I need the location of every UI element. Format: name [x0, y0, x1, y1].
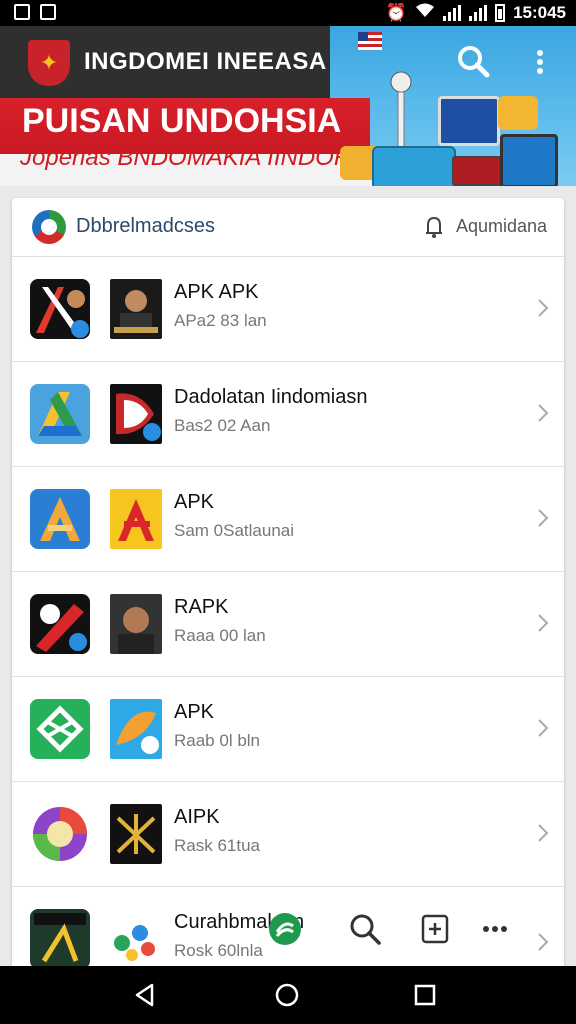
app-icon [30, 909, 90, 969]
app-icon [30, 489, 90, 549]
app-thumbnail [110, 804, 162, 864]
item-subtitle: Raab 0l bln [174, 731, 261, 750]
search-icon[interactable] [348, 912, 382, 946]
card-header-action[interactable]: Aqumidana [456, 216, 547, 237]
app-thumbnail [110, 594, 162, 654]
tile-illustration [498, 96, 538, 130]
item-title: Dadolatan Iindomiasn [174, 386, 368, 408]
chevron-right-icon [538, 824, 549, 842]
bell-icon[interactable] [424, 215, 444, 239]
card-header: Dbbrelmadcses Aqumidana [12, 198, 564, 257]
item-title: AIPK [174, 806, 220, 828]
gallery-icon [14, 4, 30, 20]
alarm-icon: ⏰ [385, 2, 408, 22]
item-title: APK [174, 491, 215, 513]
chevron-right-icon [538, 509, 549, 527]
chevron-right-icon [538, 614, 549, 632]
app-title: INGDOMEI INEEASA [84, 48, 327, 75]
system-nav-bar [0, 966, 576, 1024]
app-icon [30, 279, 90, 339]
bottom-toolbar [264, 898, 507, 958]
wifi-icon [415, 2, 435, 23]
add-box-icon[interactable] [418, 912, 452, 946]
list-item[interactable]: AIPK Rask 61tua [12, 782, 564, 887]
recents-icon[interactable] [412, 982, 438, 1008]
list-item[interactable]: RAPK Raaa 00 lan [12, 572, 564, 677]
item-subtitle: Bas2 02 Aan [174, 416, 271, 435]
mail-icon [40, 4, 56, 20]
list-item[interactable]: APK Sam 0Satlaunai [12, 467, 564, 572]
item-title: RAPK [174, 596, 229, 618]
app-thumbnail [110, 909, 162, 969]
banner-title: PUISAN UNDOHSIA [22, 102, 342, 140]
list-item[interactable]: Dadolatan Iindomiasn Bas2 02 Aan [12, 362, 564, 467]
item-title: APK [174, 701, 215, 723]
item-subtitle: APa2 83 lan [174, 311, 267, 330]
search-icon [458, 46, 490, 78]
chevron-right-icon [538, 933, 549, 951]
signal-icon [469, 4, 488, 21]
van-illustration [372, 146, 456, 186]
battery-icon [495, 3, 506, 22]
item-subtitle: Rosk 60lnla [174, 941, 263, 960]
app-thumbnail [110, 384, 162, 444]
overflow-menu-button[interactable] [532, 48, 548, 78]
home-icon[interactable] [274, 982, 300, 1008]
card-title: Dbbrelmadcses [76, 215, 215, 237]
search-button[interactable] [456, 44, 490, 78]
list-item[interactable]: APK APK APa2 83 lan [12, 257, 564, 362]
flag-icon [358, 32, 382, 50]
app-icon [30, 594, 90, 654]
item-title: APK APK [174, 281, 259, 303]
list-item[interactable]: APK Raab 0l bln [12, 677, 564, 782]
status-bar: ⏰ 15:045 [0, 0, 576, 26]
clock: 15:045 [513, 2, 566, 22]
chevron-right-icon [538, 299, 549, 317]
app-logo-button-icon[interactable] [268, 912, 302, 946]
app-header: ✦ INGDOMEI INEEASA PUISAN UNDOHSIA Joper… [0, 26, 576, 186]
apps-card: Dbbrelmadcses Aqumidana APK APK APa2 83 … [12, 198, 564, 978]
device-illustration [452, 156, 506, 186]
chevron-right-icon [538, 404, 549, 422]
monitor-illustration [500, 134, 558, 186]
app-thumbnail [110, 489, 162, 549]
item-subtitle: Sam 0Satlaunai [174, 521, 295, 540]
app-icon [30, 699, 90, 759]
back-icon[interactable] [132, 982, 158, 1008]
chevron-right-icon [538, 719, 549, 737]
app-thumbnail [110, 699, 162, 759]
app-icon [30, 384, 90, 444]
laptop-illustration [438, 96, 500, 146]
item-subtitle: Rask 61tua [174, 836, 260, 855]
app-icon [30, 804, 90, 864]
app-logo-icon: ✦ [28, 40, 70, 86]
more-icon[interactable] [478, 912, 512, 946]
signal-icon [443, 4, 462, 21]
category-icon [32, 210, 66, 244]
item-subtitle: Raaa 00 lan [174, 626, 266, 645]
app-thumbnail [110, 279, 162, 339]
